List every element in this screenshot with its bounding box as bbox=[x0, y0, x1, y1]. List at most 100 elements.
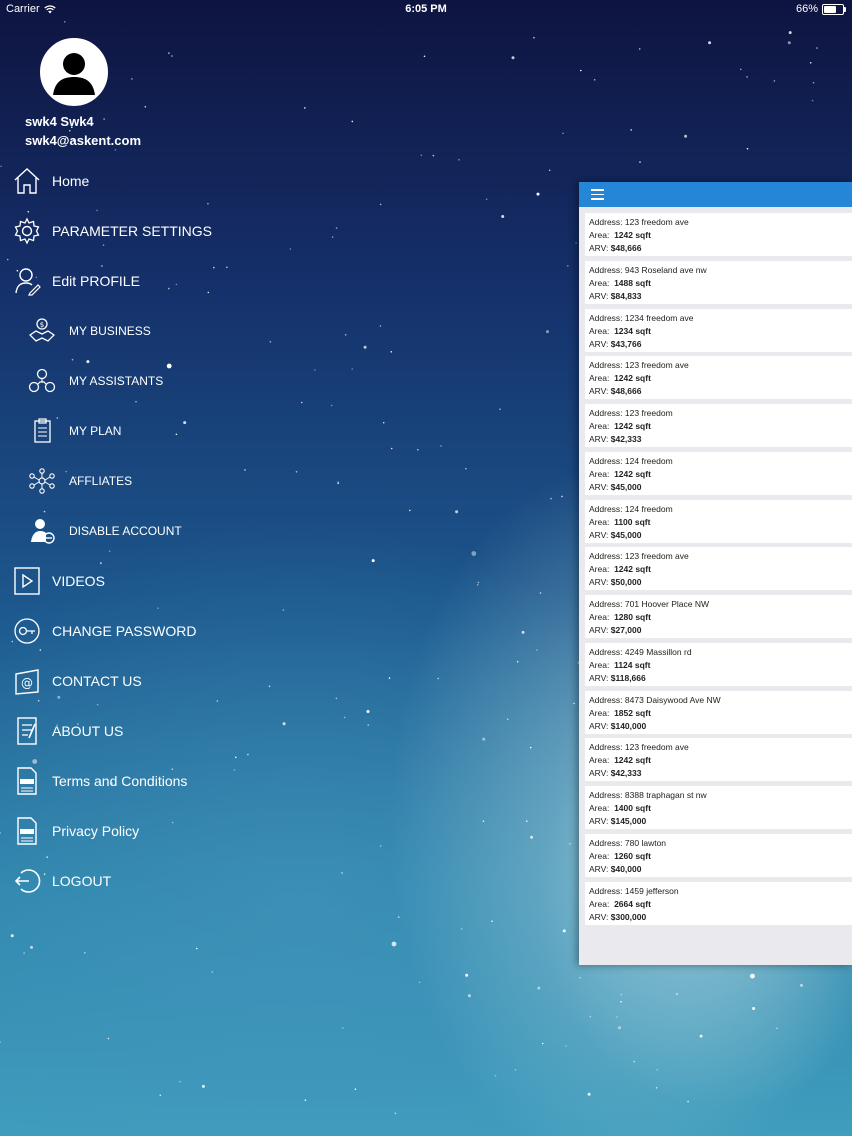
menu-item-home[interactable]: Home bbox=[12, 156, 89, 206]
menu-item-edit-profile[interactable]: Edit PROFILE bbox=[12, 256, 140, 306]
star bbox=[343, 716, 346, 719]
star bbox=[344, 334, 347, 336]
star bbox=[233, 769, 236, 771]
property-card[interactable]: Address: 123 freedom ave Area: 1242 sqft A… bbox=[585, 547, 852, 591]
menu-item-disable-account[interactable]: DISABLE ACCOUNT bbox=[27, 506, 182, 556]
main-content-panel[interactable]: Address: 123 freedom ave Area: 1242 sqft A… bbox=[579, 182, 852, 965]
user-profile[interactable]: swk4 Swk4 swk4@askent.com bbox=[25, 38, 141, 148]
property-area: Area: 1242 sqft bbox=[589, 373, 651, 384]
star bbox=[573, 702, 575, 705]
star bbox=[550, 497, 552, 500]
menu-item-contact-us[interactable]: @ CONTACT US bbox=[12, 656, 142, 706]
star bbox=[382, 421, 385, 424]
avatar[interactable] bbox=[40, 38, 108, 106]
property-card[interactable]: Address: 701 Hoover Place NW Area: 1280 s… bbox=[585, 595, 852, 638]
star bbox=[418, 981, 421, 984]
team-icon bbox=[27, 366, 57, 396]
property-address: Address: 4249 Massillon rd bbox=[589, 646, 692, 657]
star bbox=[363, 345, 367, 349]
star bbox=[752, 1007, 756, 1010]
property-arv: ARV: $42,333 bbox=[589, 434, 642, 444]
property-card[interactable]: Address: 943 Roseland ave nw Area: 1488 s… bbox=[585, 260, 852, 304]
menu-item-change-password[interactable]: CHANGE PASSWORD bbox=[12, 606, 196, 656]
star bbox=[371, 559, 375, 563]
star bbox=[580, 69, 582, 72]
property-card[interactable]: Address: 124 freedom Area: 1242 sqft ARV: … bbox=[585, 451, 852, 495]
star bbox=[379, 203, 382, 206]
star bbox=[211, 971, 213, 973]
menu-item-my-business[interactable]: $ MY BUSINESS bbox=[27, 306, 151, 356]
menu-item-my-plan[interactable]: MY PLAN bbox=[27, 406, 121, 456]
star bbox=[491, 920, 493, 922]
star bbox=[341, 872, 343, 874]
star bbox=[638, 48, 641, 50]
star bbox=[247, 753, 249, 756]
star bbox=[633, 1060, 635, 1063]
star bbox=[618, 1026, 621, 1030]
star bbox=[773, 80, 776, 82]
star bbox=[390, 447, 393, 450]
star bbox=[201, 1084, 205, 1088]
star bbox=[562, 929, 566, 933]
property-arv: ARV: $300,000 bbox=[589, 911, 647, 922]
star bbox=[740, 68, 742, 71]
property-card[interactable]: Address: 1234 freedom ave Area: 1234 sqft… bbox=[585, 308, 852, 352]
hamburger-menu-icon[interactable] bbox=[591, 189, 604, 200]
menu-item-my-assistants[interactable]: MY ASSISTANTS bbox=[27, 356, 163, 406]
star bbox=[84, 951, 86, 954]
star bbox=[331, 236, 334, 238]
star bbox=[30, 945, 33, 949]
property-card[interactable]: Address: 124 freedom Area: 1100 sqft ARV: … bbox=[585, 499, 852, 543]
property-arv: ARV: $145,000 bbox=[589, 816, 647, 826]
star bbox=[391, 941, 397, 947]
star bbox=[536, 192, 540, 196]
star bbox=[465, 467, 467, 470]
video-icon bbox=[12, 566, 42, 596]
star bbox=[397, 916, 400, 918]
star bbox=[567, 265, 569, 267]
property-address: Address: 123 freedom ave bbox=[589, 217, 689, 227]
property-arv: ARV: $48,666 bbox=[589, 243, 642, 253]
star bbox=[64, 21, 66, 23]
property-card[interactable]: Address: 123 freedom ave Area: 1242 sqft A… bbox=[585, 738, 852, 782]
property-area: Area: 1242 sqft bbox=[589, 468, 651, 479]
property-card[interactable]: Address: 8388 traphagan st nw Area: 1400 … bbox=[585, 786, 852, 829]
property-area: Area: 1100 sqft bbox=[589, 516, 651, 527]
property-arv: ARV: $42,333 bbox=[589, 768, 642, 779]
property-card[interactable]: Address: 123 freedom ave Area: 1242 sqft A… bbox=[585, 356, 852, 400]
star bbox=[390, 351, 393, 353]
property-list[interactable]: Address: 123 freedom ave Area: 1242 sqft A… bbox=[579, 207, 852, 925]
menu-item-terms-and-conditions[interactable]: Terms and Conditions bbox=[12, 756, 187, 806]
star bbox=[226, 266, 228, 269]
property-card[interactable]: Address: 123 freedom ave Area: 1242 sqft A… bbox=[585, 213, 852, 256]
star bbox=[432, 154, 435, 157]
star bbox=[213, 266, 215, 269]
property-card[interactable]: Address: 8473 Daisywood Ave NW Area: 1852… bbox=[585, 690, 852, 734]
profile-email: swk4@askent.com bbox=[25, 133, 142, 148]
property-card[interactable]: Address: 780 lawton Area: 1260 sqft ARV: $… bbox=[585, 833, 852, 877]
star bbox=[541, 1042, 544, 1045]
star bbox=[175, 283, 178, 286]
star bbox=[809, 62, 812, 64]
star bbox=[235, 756, 237, 759]
menu-item-affliates[interactable]: AFFLIATES bbox=[27, 456, 132, 506]
star bbox=[811, 99, 814, 102]
star bbox=[579, 976, 581, 979]
menu-item-parameter-settings[interactable]: PARAMETER SETTINGS bbox=[12, 206, 212, 256]
property-card[interactable]: Address: 123 freedom Area: 1242 sqft ARV: … bbox=[585, 404, 852, 447]
star bbox=[482, 820, 485, 822]
star bbox=[800, 983, 803, 987]
property-card[interactable]: Address: 1459 jefferson Area: 2664 sqft AR… bbox=[585, 881, 852, 925]
star bbox=[460, 928, 463, 930]
star bbox=[471, 551, 477, 556]
star bbox=[750, 973, 755, 979]
star bbox=[684, 134, 688, 138]
menu-item-privacy-policy[interactable]: Privacy Policy bbox=[12, 806, 139, 856]
menu-item-videos[interactable]: VIDEOS bbox=[12, 556, 105, 606]
network-icon bbox=[27, 466, 57, 496]
menu-item-logout[interactable]: LOGOUT bbox=[12, 856, 111, 906]
menu-item-about-us[interactable]: ABOUT US bbox=[12, 706, 123, 756]
star bbox=[630, 129, 632, 131]
star bbox=[655, 1087, 658, 1089]
property-card[interactable]: Address: 4249 Massillon rd Area: 1124 sqf… bbox=[585, 642, 852, 686]
